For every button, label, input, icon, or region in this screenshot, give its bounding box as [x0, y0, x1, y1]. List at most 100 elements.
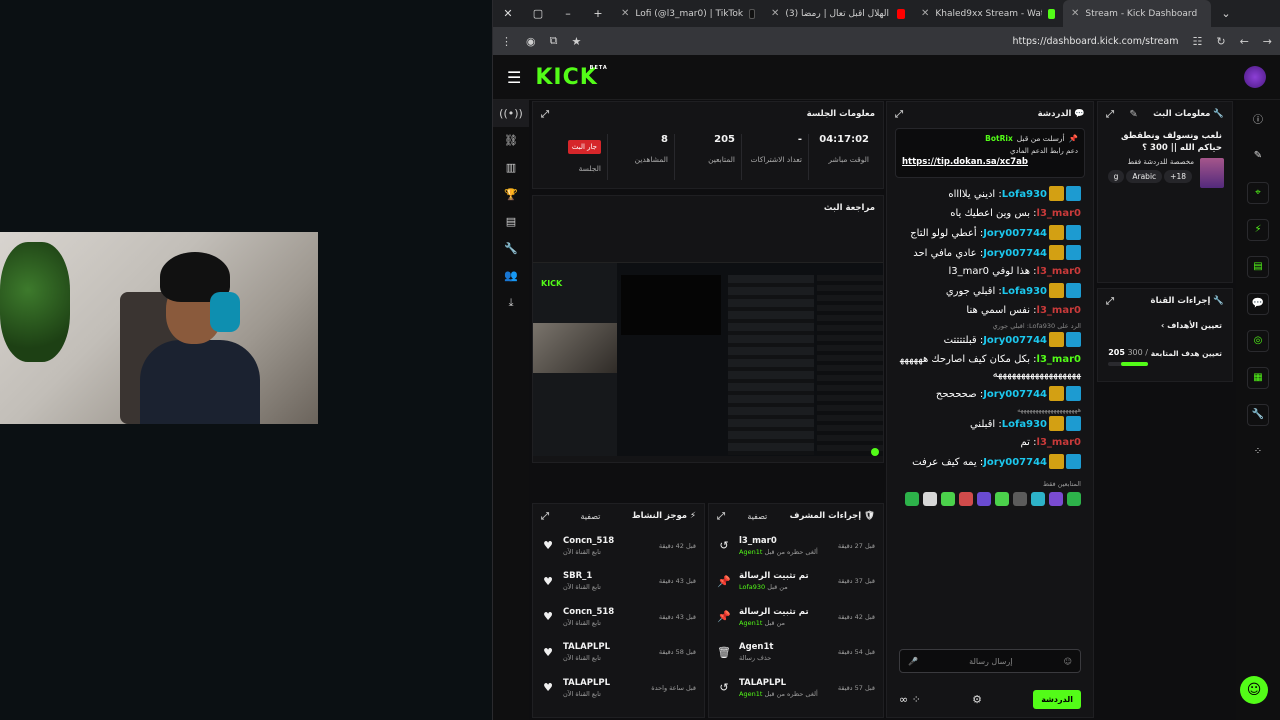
tab-kick-stream[interactable]: ✕ Khaled9xx Stream - Watch Live... — [913, 0, 1063, 27]
mic-icon[interactable]: 🎤 — [908, 657, 918, 666]
emote-icon[interactable] — [977, 492, 991, 506]
activity-item[interactable]: ♥ TALAPLPL تابع القناة الآن قبل 58 دقيقة — [533, 635, 704, 671]
chat-message[interactable]: Jory007744: يمه كيف عرفت — [899, 454, 1081, 470]
hamburger-menu-icon[interactable]: ☰ — [507, 68, 521, 87]
filter-button[interactable]: تصفية — [747, 512, 767, 521]
activity-user[interactable]: TALAPLPL — [563, 642, 651, 652]
close-tab-icon[interactable]: ✕ — [921, 8, 929, 19]
chat-username[interactable]: Jory007744 — [983, 457, 1047, 468]
chat-message[interactable]: Lofa930: اقبلي جوري — [899, 283, 1081, 299]
expand-icon[interactable]: ⤢ — [1106, 109, 1114, 120]
chat-username[interactable]: l3_mar0 — [1037, 266, 1081, 277]
emote-icon[interactable] — [995, 492, 1009, 506]
follower-goal[interactable]: تعيين هدف المتابعة / 300 205 — [1108, 340, 1222, 366]
minimize-icon[interactable]: – — [553, 7, 583, 20]
expand-icon[interactable]: ⤢ — [717, 511, 725, 522]
chat-message[interactable]: Lofa930: اقبلني — [899, 415, 1081, 432]
chat-username[interactable]: l3_mar0 — [1037, 208, 1081, 219]
activity-user[interactable]: Concn_518 — [563, 536, 651, 546]
chat-username[interactable]: Jory007744 — [983, 228, 1047, 239]
chat-username[interactable]: l3_mar0 — [1037, 354, 1081, 365]
maximize-icon[interactable]: ▢ — [523, 7, 553, 20]
activity-user[interactable]: TALAPLPL — [563, 678, 643, 688]
chat-bubble-icon[interactable]: 💬 — [1236, 285, 1280, 322]
emote-icon[interactable] — [1013, 492, 1027, 506]
lightning-icon[interactable]: ⚡ — [1236, 211, 1280, 248]
infinity-icon[interactable]: ∞ ⁘ — [899, 693, 921, 706]
chat-username[interactable]: Jory007744 — [983, 247, 1047, 258]
reload-icon[interactable]: ↻ — [1216, 35, 1225, 48]
activity-item[interactable]: ♥ TALAPLPL تابع القناة الآن قبل ساعة واح… — [533, 670, 704, 706]
chat-message[interactable]: l3_mar0: هذا لوفي l3_mar0 — [899, 264, 1082, 279]
clip-icon[interactable]: ⌖ — [1236, 174, 1280, 211]
close-tab-icon[interactable]: ✕ — [771, 8, 779, 19]
chat-message[interactable]: l3_mar0: نفس اسمي هنا — [899, 303, 1081, 318]
emote-icon[interactable] — [1067, 492, 1081, 506]
expand-icon[interactable]: ⤢ — [1106, 296, 1114, 307]
info-icon[interactable]: ⓘ — [1236, 100, 1280, 137]
dashboard-icon[interactable]: ▦ — [1236, 359, 1280, 396]
emoji-icon[interactable]: ☺ — [1064, 657, 1072, 666]
mod-action-item[interactable]: 📌 تم تثبيت الرسالة من قبل Agen1t قبل 42 … — [709, 599, 883, 635]
mod-action-item[interactable]: 📌 تم تثبيت الرسالة من قبل Lofa930 قبل 37… — [709, 564, 883, 600]
edit-icon[interactable]: ✎ — [1129, 109, 1137, 120]
bot-name[interactable]: BotRix — [985, 134, 1013, 143]
chat-username[interactable]: Lofa930 — [1002, 418, 1047, 429]
filter-button[interactable]: تصفية — [580, 512, 600, 521]
add-widget-icon[interactable]: ⁘ — [1236, 433, 1280, 470]
extension-icon[interactable]: ◉ — [526, 35, 536, 48]
close-tab-icon[interactable]: ✕ — [1071, 8, 1079, 19]
user-avatar[interactable] — [1244, 66, 1266, 88]
chat-username[interactable]: Lofa930 — [1002, 189, 1047, 200]
chat-message[interactable]: l3_mar0: بس وين اعطيك ياه — [899, 206, 1081, 221]
close-tab-icon[interactable]: ✕ — [621, 8, 629, 19]
wrench-icon[interactable]: 🔧 — [493, 235, 529, 262]
emote-icon[interactable] — [923, 492, 937, 506]
chat-message[interactable]: Jory007744: قبلتتتتت — [899, 332, 1081, 348]
chat-input[interactable]: ☺ إرسال رسالة 🎤 — [899, 649, 1081, 673]
share-icon[interactable]: ⧉ — [550, 34, 558, 48]
analytics-icon[interactable]: ▥ — [493, 154, 529, 181]
activity-user[interactable]: Concn_518 — [563, 607, 651, 617]
set-goals-back[interactable]: تعيين الأهداف › — [1108, 321, 1222, 330]
broadcast-tool-icon[interactable]: ◎ — [1236, 322, 1280, 359]
new-tab-icon[interactable]: + — [583, 7, 613, 20]
notes-icon[interactable]: ▤ — [1236, 248, 1280, 285]
emote-icon[interactable] — [905, 492, 919, 506]
chat-username[interactable]: l3_mar0 — [1037, 305, 1081, 316]
emote-icon[interactable] — [1049, 492, 1063, 506]
pinned-link[interactable]: https://tip.dokan.sa/xc7ab — [902, 157, 1078, 167]
edit-icon[interactable]: ✎ — [1236, 137, 1280, 174]
tools-icon[interactable]: 🔧 — [1236, 396, 1280, 433]
chat-settings-icon[interactable]: ⚙ — [972, 693, 982, 706]
chat-message[interactable]: Jory007744: صححححح — [899, 385, 1081, 402]
site-settings-icon[interactable]: ☷ — [1192, 35, 1202, 48]
activity-user[interactable]: SBR_1 — [563, 571, 651, 581]
mod-action-item[interactable]: 🗑 Agen1t حذف رسالة قبل 54 دقيقة — [709, 635, 883, 671]
chat-username[interactable]: l3_mar0 — [1037, 437, 1081, 448]
chat-message[interactable]: Lofa930: اديني يلااااه — [899, 186, 1081, 202]
chat-message[interactable]: l3_mar0: بكل مكان كيف اصارحك ههههههههههه… — [899, 352, 1081, 382]
menu-dots-icon[interactable]: ⋮ — [501, 35, 512, 48]
mod-action-item[interactable]: ↺ l3_mar0 ألغى حظره من قبل Agen1t قبل 27… — [709, 528, 883, 564]
chat-message[interactable]: Jory007744: عادي مافي احد — [899, 244, 1081, 261]
forward-icon[interactable]: → — [1263, 35, 1272, 48]
chat-username[interactable]: Lofa930 — [1002, 286, 1047, 297]
chat-username[interactable]: Jory007744 — [983, 389, 1047, 400]
stream-preview-video[interactable]: KICK — [533, 262, 883, 456]
chat-username[interactable]: Jory007744 — [983, 335, 1047, 346]
trophy-icon[interactable]: 🏆 — [493, 181, 529, 208]
tab-tiktok[interactable]: ✕ Lofi (@l3_mar0) | TikTok — [613, 0, 763, 27]
chat-message[interactable]: l3_mar0: تم — [899, 435, 1081, 450]
chat-send-button[interactable]: الدردشة — [1033, 690, 1081, 709]
activity-item[interactable]: ♥ SBR_1 تابع القناة الآن قبل 43 دقيقة — [533, 564, 704, 600]
activity-item[interactable]: ♥ Concn_518 تابع القناة الآن قبل 42 دقيق… — [533, 528, 704, 564]
help-chat-icon[interactable]: ☺ — [1240, 676, 1268, 704]
emote-icon[interactable] — [941, 492, 955, 506]
mod-action-item[interactable]: ↺ TALAPLPL ألغى حظره من قبل Agen1t قبل 5… — [709, 670, 883, 706]
kick-logo[interactable]: KICK BETA — [535, 65, 606, 90]
upload-icon[interactable]: ⤓ — [493, 289, 529, 316]
back-icon[interactable]: ← — [1240, 35, 1249, 48]
tab-kick-dashboard[interactable]: ✕ Stream - Kick Dashboard — [1063, 0, 1211, 27]
tab-list-icon[interactable]: ⌄ — [1211, 7, 1241, 20]
